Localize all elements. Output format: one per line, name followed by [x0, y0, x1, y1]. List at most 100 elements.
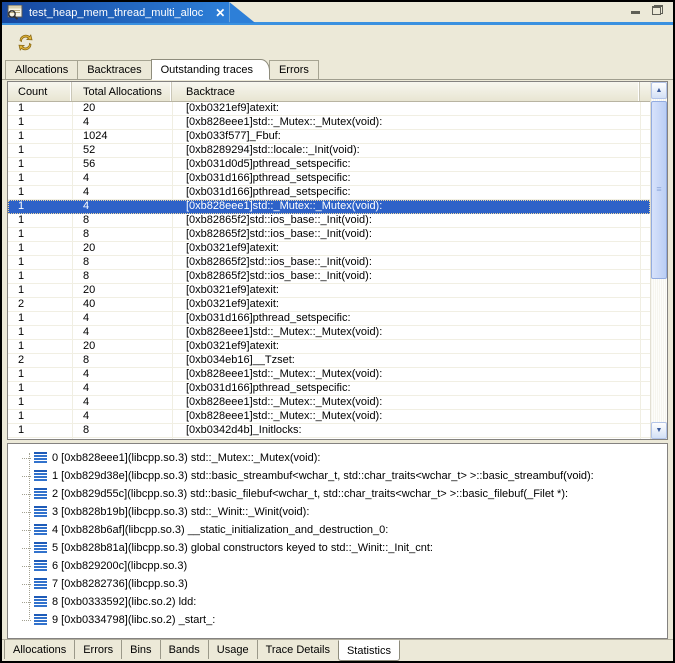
cell-total-allocations: 8	[72, 214, 172, 227]
cell-total-allocations: 4	[72, 410, 172, 423]
table-row[interactable]: 28[0xb034eb16]__Tzset:	[8, 354, 650, 368]
cell-backtrace: [0xb031d166]pthread_setspecific:	[172, 382, 650, 395]
cell-backtrace: [0xb0321ef9]atexit:	[172, 284, 650, 297]
tab-outstanding-traces[interactable]: Outstanding traces	[151, 59, 270, 80]
cell-backtrace: [0xb034eb16]__Tzset:	[172, 354, 650, 367]
table-row[interactable]: 14[0xb031d166]pthread_setspecific:	[8, 172, 650, 186]
cell-count: 1	[8, 340, 72, 353]
trace-detail-label: 0 [0xb828eee1](libcpp.so.3) std::_Mutex:…	[52, 452, 320, 464]
column-header-total-allocations[interactable]: Total Allocations	[72, 82, 172, 101]
cell-backtrace: [0xb0342d4b]_Initlocks:	[172, 424, 650, 437]
bottom-tab-statistics[interactable]: Statistics	[338, 640, 400, 661]
table-row[interactable]: 18[0xb0342d4b]_Initlocks:	[8, 424, 650, 438]
cell-count: 1	[8, 130, 72, 143]
stack-frame-icon	[34, 488, 47, 500]
cell-total-allocations: 4	[72, 172, 172, 185]
cell-total-allocations: 20	[72, 242, 172, 255]
cell-count: 1	[8, 270, 72, 283]
trace-detail-item[interactable]: 6 [0xb829200c](libcpp.so.3)	[8, 557, 667, 575]
table-row[interactable]: 14[0xb828eee1]std::_Mutex::_Mutex(void):	[8, 410, 650, 424]
tab-errors[interactable]: Errors	[269, 60, 319, 79]
table-row[interactable]: 152[0xb8289294]std::locale::_Init(void):	[8, 144, 650, 158]
scrollbar-thumb[interactable]: ≡	[651, 101, 667, 279]
restore-icon[interactable]	[652, 5, 663, 15]
table-row[interactable]: 18[0xb82865f2]std::ios_base::_Init(void)…	[8, 270, 650, 284]
table-row[interactable]: 14[0xb031d166]pthread_setspecific:	[8, 382, 650, 396]
scroll-down-icon[interactable]: ▼	[651, 422, 667, 439]
table-row[interactable]: 120[0xb0321ef9]atexit:	[8, 102, 650, 116]
table-row[interactable]: 11024[0xb033f577]_Fbuf:	[8, 130, 650, 144]
cell-total-allocations: 20	[72, 340, 172, 353]
stack-frame-icon	[34, 506, 47, 518]
table-row[interactable]: 240[0xb0321ef9]atexit:	[8, 298, 650, 312]
cell-total-allocations: 4	[72, 200, 172, 213]
trace-detail-item[interactable]: 9 [0xb0334798](libc.so.2) _start_:	[8, 611, 667, 629]
trace-detail-item[interactable]: 4 [0xb828b6af](libcpp.so.3) __static_ini…	[8, 521, 667, 539]
trace-detail-label: 3 [0xb828b19b](libcpp.so.3) std::_Winit:…	[52, 506, 309, 518]
cell-backtrace: [0xb82865f2]std::ios_base::_Init(void):	[172, 270, 650, 283]
table-row[interactable]: 18[0xb82865f2]std::ios_base::_Init(void)…	[8, 256, 650, 270]
tree-connector	[22, 548, 31, 549]
bottom-tab-bands[interactable]: Bands	[161, 640, 209, 659]
view-tab[interactable]: test_heap_mem_thread_multi_alloc ✕	[2, 2, 229, 23]
column-header-backtrace[interactable]: Backtrace	[172, 82, 640, 101]
cell-total-allocations: 8	[72, 424, 172, 437]
tree-connector	[22, 620, 31, 621]
table-row[interactable]: 14[0xb031d166]pthread_setspecific:	[8, 186, 650, 200]
table-row[interactable]: 14[0xb828eee1]std::_Mutex::_Mutex(void):	[8, 368, 650, 382]
bottom-tab-errors[interactable]: Errors	[75, 640, 122, 659]
cell-count: 1	[8, 172, 72, 185]
cell-backtrace: [0xb033f577]_Fbuf:	[172, 130, 650, 143]
cell-backtrace: [0xb0321ef9]atexit:	[172, 340, 650, 353]
cell-backtrace: [0xb828eee1]std::_Mutex::_Mutex(void):	[172, 396, 650, 409]
scrollbar-track[interactable]: ≡	[651, 99, 667, 422]
table-row[interactable]: 18[0xb82865f2]std::ios_base::_Init(void)…	[8, 228, 650, 242]
cell-count: 1	[8, 284, 72, 297]
close-icon[interactable]: ✕	[215, 6, 225, 20]
trace-detail-item[interactable]: 5 [0xb828b81a](libcpp.so.3) global const…	[8, 539, 667, 557]
trace-detail-item[interactable]: 8 [0xb0333592](libc.so.2) ldd:	[8, 593, 667, 611]
bottom-tab-trace-details[interactable]: Trace Details	[258, 640, 339, 659]
table-row[interactable]: 14[0xb828eee1]std::_Mutex::_Mutex(void):	[8, 396, 650, 410]
trace-details-list: 0 [0xb828eee1](libcpp.so.3) std::_Mutex:…	[8, 449, 667, 629]
trace-detail-item[interactable]: 7 [0xb8282736](libcpp.so.3)	[8, 575, 667, 593]
view-title-bar: test_heap_mem_thread_multi_alloc ✕	[2, 2, 673, 25]
table-row[interactable]: 18[0xb82865f2]std::ios_base::_Init(void)…	[8, 214, 650, 228]
cell-total-allocations: 20	[72, 102, 172, 115]
trace-detail-label: 9 [0xb0334798](libc.so.2) _start_:	[52, 614, 215, 626]
table-row[interactable]: 120[0xb0321ef9]atexit:	[8, 242, 650, 256]
bottom-tab-allocations[interactable]: Allocations	[4, 640, 75, 659]
table-row[interactable]: 14[0xb031d166]pthread_setspecific:	[8, 312, 650, 326]
table-row[interactable]: 14[0xb828eee1]std::_Mutex::_Mutex(void):	[8, 116, 650, 130]
scroll-up-icon[interactable]: ▲	[651, 82, 667, 99]
trace-detail-item[interactable]: 3 [0xb828b19b](libcpp.so.3) std::_Winit:…	[8, 503, 667, 521]
cell-count: 1	[8, 312, 72, 325]
table-row[interactable]: 156[0xb031d0d5]pthread_setspecific:	[8, 158, 650, 172]
tab-backtraces[interactable]: Backtraces	[77, 60, 151, 79]
view-toolbar	[2, 25, 673, 58]
trace-detail-label: 1 [0xb829d38e](libcpp.so.3) std::basic_s…	[52, 470, 594, 482]
cell-backtrace: [0xb0321ef9]atexit:	[172, 298, 650, 311]
vertical-scrollbar[interactable]: ▲ ≡ ▼	[650, 82, 667, 439]
tree-connector	[22, 512, 31, 513]
column-header-count[interactable]: Count	[8, 82, 72, 101]
tab-allocations[interactable]: Allocations	[5, 60, 78, 79]
trace-detail-item[interactable]: 2 [0xb829d55c](libcpp.so.3) std::basic_f…	[8, 485, 667, 503]
table-row[interactable]: 120[0xb0321ef9]atexit:	[8, 340, 650, 354]
refresh-icon[interactable]	[15, 32, 35, 52]
memory-analysis-view-window: test_heap_mem_thread_multi_alloc ✕ Alloc…	[0, 0, 675, 663]
tree-connector	[22, 476, 31, 477]
cell-total-allocations: 8	[72, 354, 172, 367]
bottom-tab-bins[interactable]: Bins	[122, 640, 160, 659]
trace-detail-item[interactable]: 0 [0xb828eee1](libcpp.so.3) std::_Mutex:…	[8, 449, 667, 467]
cell-total-allocations: 20	[72, 284, 172, 297]
table-row[interactable]: 14[0xb828eee1]std::_Mutex::_Mutex(void):	[8, 326, 650, 340]
bottom-tab-usage[interactable]: Usage	[209, 640, 258, 659]
tree-connector	[22, 602, 31, 603]
cell-count: 1	[8, 144, 72, 157]
trace-detail-item[interactable]: 1 [0xb829d38e](libcpp.so.3) std::basic_s…	[8, 467, 667, 485]
trace-detail-label: 8 [0xb0333592](libc.so.2) ldd:	[52, 596, 196, 608]
table-row[interactable]: 120[0xb0321ef9]atexit:	[8, 284, 650, 298]
minimize-icon[interactable]	[631, 11, 640, 14]
table-row[interactable]: 14[0xb828eee1]std::_Mutex::_Mutex(void):	[8, 200, 650, 214]
